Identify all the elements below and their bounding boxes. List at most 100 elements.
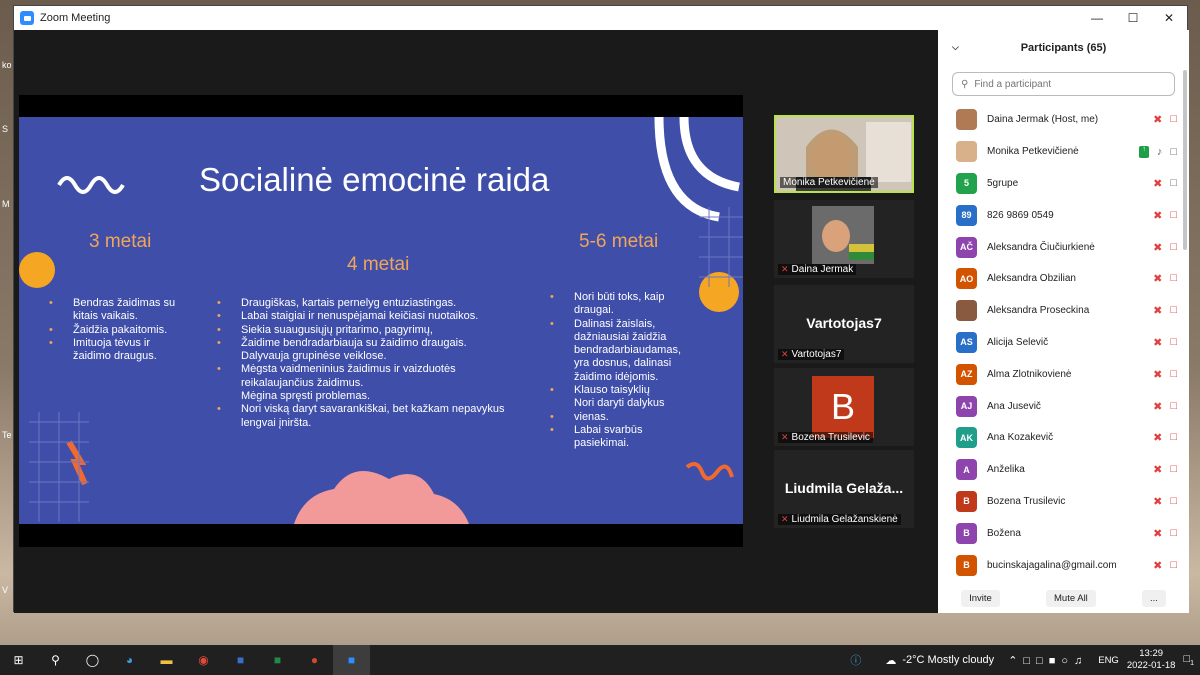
mic-muted-icon[interactable]: ✖ xyxy=(1153,336,1162,349)
camera-off-icon[interactable]: □ xyxy=(1170,241,1177,254)
file-explorer-icon[interactable]: ▬ xyxy=(148,645,185,675)
chrome-icon[interactable]: ◉ xyxy=(185,645,222,675)
tray-icons[interactable]: ⌃□□■○♫ xyxy=(1008,654,1088,667)
mic-muted-icon[interactable]: ✖ xyxy=(1153,304,1162,317)
mic-muted-icon[interactable]: ✖ xyxy=(1153,400,1162,413)
mic-muted-icon[interactable]: ✖ xyxy=(1153,209,1162,222)
camera-off-icon[interactable]: □ xyxy=(1170,113,1177,126)
participant-row[interactable]: B Bozena Trusilevic ✖ □ xyxy=(938,486,1189,518)
slide-bullet: lengvai įniršta. xyxy=(241,416,312,429)
video-thumbnail[interactable]: Vartotojas7 ✕ Vartotojas7 xyxy=(774,285,914,363)
mic-muted-icon[interactable]: ✖ xyxy=(1153,113,1162,126)
participant-row[interactable]: B Božena ✖ □ xyxy=(938,517,1189,549)
camera-off-icon[interactable]: □ xyxy=(1170,559,1177,572)
edge-browser-icon[interactable]: ◕ xyxy=(111,645,148,675)
help-icon[interactable]: ⓘ xyxy=(850,652,861,668)
camera-off-icon[interactable]: □ xyxy=(1170,336,1177,349)
slide-bullet: Klauso taisyklių xyxy=(550,384,681,398)
word-icon[interactable]: ■ xyxy=(222,645,259,675)
video-thumbnail[interactable]: B ✕ Bozena Trusilevic xyxy=(774,368,914,446)
camera-off-icon[interactable]: □ xyxy=(1170,495,1177,508)
participant-row[interactable]: AS Alicija Selevič ✖ □ xyxy=(938,327,1189,359)
maximize-button[interactable]: ☐ xyxy=(1115,6,1151,30)
search-input[interactable] xyxy=(974,78,1155,90)
column-list: Bendras žaidimas sukitais vaikais.Žaidži… xyxy=(49,297,175,363)
clock[interactable]: 13:29 2022-01-18 xyxy=(1127,648,1176,672)
excel-icon[interactable]: ■ xyxy=(259,645,296,675)
mic-muted-icon: ✕ xyxy=(781,349,789,359)
task-view-icon[interactable]: ◯ xyxy=(74,645,111,675)
slide-bullet: Dalinasi žaislais, xyxy=(550,318,681,332)
avatar: AO xyxy=(956,268,977,290)
mic-muted-icon[interactable]: ✖ xyxy=(1153,241,1162,254)
camera-off-icon[interactable]: □ xyxy=(1170,368,1177,381)
video-thumbnail[interactable]: Monika Petkevičienė xyxy=(774,115,914,193)
zoom-window: Zoom Meeting — ☐ ✕ Socialinė emocinė rai… xyxy=(13,5,1189,613)
mic-muted-icon[interactable]: ✖ xyxy=(1153,527,1162,540)
video-thumbnail[interactable]: Liudmila Gelaža... ✕ Liudmila Gelažanskie… xyxy=(774,450,914,528)
clock-date: 2022-01-18 xyxy=(1126,660,1176,671)
screen-share[interactable]: Socialinė emocinė raida 3 metai 4 metai … xyxy=(19,95,743,547)
windows-start-icon[interactable]: ⊞ xyxy=(0,645,37,675)
participant-row[interactable]: Daina Jermak (Host, me) ✖ □ xyxy=(938,104,1189,136)
powerpoint-icon[interactable]: ● xyxy=(296,645,333,675)
participant-row[interactable]: Monika Petkevičienė ↑ ♪ □ xyxy=(938,136,1189,168)
notification-icon[interactable]: □1 xyxy=(1183,653,1194,667)
minimize-button[interactable]: — xyxy=(1079,6,1115,30)
zoom-app-icon xyxy=(20,11,34,25)
mic-muted-icon[interactable]: ✖ xyxy=(1153,495,1162,508)
mute-all-button[interactable]: Mute All xyxy=(1046,589,1096,607)
participant-row[interactable]: AJ Ana Jusevič ✖ □ xyxy=(938,390,1189,422)
slide-bullet: Labai svarbūs xyxy=(550,424,681,438)
slide-bullet: Nori viską daryt savarankiškai, bet kažk… xyxy=(217,403,504,417)
close-button[interactable]: ✕ xyxy=(1151,6,1187,30)
participant-row[interactable]: Aleksandra Proseckina ✖ □ xyxy=(938,295,1189,327)
weather-text[interactable]: -2°C Mostly cloudy xyxy=(902,654,994,666)
mic-muted-icon[interactable]: ✖ xyxy=(1153,463,1162,476)
search-icon[interactable]: ⚲ xyxy=(37,645,74,675)
mic-muted-icon[interactable]: ✖ xyxy=(1153,368,1162,381)
participant-row[interactable]: Bbucinskajagalina@gmail.com ✖ □ xyxy=(938,549,1189,581)
title-bar[interactable]: Zoom Meeting — ☐ ✕ xyxy=(14,6,1187,30)
camera-off-icon[interactable]: □ xyxy=(1170,209,1177,222)
more-button[interactable]: ... xyxy=(1141,589,1166,607)
search-box[interactable]: ⚲ xyxy=(952,72,1175,96)
camera-icon[interactable]: □ xyxy=(1170,177,1177,190)
avatar: 89 xyxy=(956,204,977,226)
zoom-taskbar-icon[interactable]: ■ xyxy=(333,645,370,675)
column-list: Draugiškas, kartais pernelyg entuziastin… xyxy=(217,297,504,430)
camera-off-icon[interactable]: □ xyxy=(1170,431,1177,444)
participant-row[interactable]: AČ Aleksandra Čiučiurkienė ✖ □ xyxy=(938,231,1189,263)
desktop-icon-label[interactable]: Te xyxy=(2,430,12,440)
camera-off-icon[interactable]: □ xyxy=(1170,463,1177,476)
scrollbar[interactable] xyxy=(1183,70,1187,250)
participant-row[interactable]: AO Aleksandra Obzilian ✖ □ xyxy=(938,263,1189,295)
camera-off-icon[interactable]: □ xyxy=(1170,527,1177,540)
mic-muted-icon[interactable]: ✖ xyxy=(1153,177,1162,190)
video-thumbnail[interactable]: ✕ Daina Jermak xyxy=(774,200,914,278)
language-indicator[interactable]: ENG xyxy=(1098,655,1119,666)
mic-muted-icon[interactable]: ✖ xyxy=(1153,559,1162,572)
weather-icon[interactable]: ☁ xyxy=(885,654,896,667)
participant-row[interactable]: AZ Alma Zlotnikovienė ✖ □ xyxy=(938,358,1189,390)
desktop-icon-label[interactable]: V xyxy=(2,585,8,595)
camera-icon[interactable]: □ xyxy=(1170,146,1177,158)
camera-off-icon[interactable]: □ xyxy=(1170,400,1177,413)
mic-icon[interactable]: ♪ xyxy=(1157,146,1163,158)
chevron-down-icon[interactable]: ⌵ xyxy=(952,42,959,53)
mic-muted-icon[interactable]: ✖ xyxy=(1153,272,1162,285)
participant-row[interactable]: AK Ana Kozakevič ✖ □ xyxy=(938,422,1189,454)
slide-bullet: vienas. xyxy=(550,411,681,425)
camera-off-icon[interactable]: □ xyxy=(1170,304,1177,317)
invite-button[interactable]: Invite xyxy=(961,589,1000,607)
desktop-icon-label[interactable]: ko xyxy=(2,60,12,70)
participant-row[interactable]: 5 5grupe ✖ □ xyxy=(938,168,1189,200)
participant-row[interactable]: A Anželika ✖ □ xyxy=(938,454,1189,486)
notification-count: 1 xyxy=(1190,660,1194,668)
camera-off-icon[interactable]: □ xyxy=(1170,272,1177,285)
desktop-icon-label[interactable]: S xyxy=(2,124,8,134)
mic-muted-icon[interactable]: ✖ xyxy=(1153,431,1162,444)
desktop-icon-label[interactable]: M xyxy=(2,199,10,209)
participant-row[interactable]: 89 826 9869 0549 ✖ □ xyxy=(938,199,1189,231)
slide-title: Socialinė emocinė raida xyxy=(199,161,550,198)
